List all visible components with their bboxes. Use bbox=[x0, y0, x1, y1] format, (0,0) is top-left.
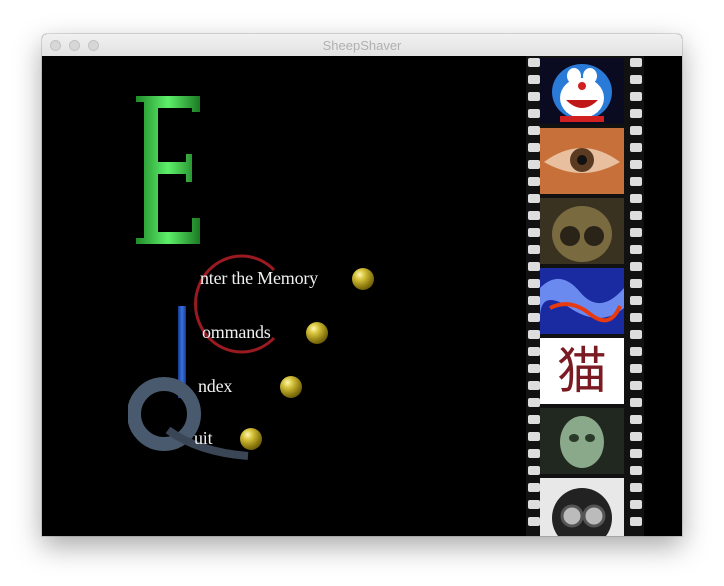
title-bar[interactable]: SheepShaver bbox=[42, 34, 682, 57]
sprocket-hole bbox=[528, 381, 540, 390]
sprocket-hole bbox=[528, 109, 540, 118]
abstract-frame bbox=[540, 268, 624, 334]
sprocket-hole bbox=[630, 143, 642, 152]
sprocket-hole bbox=[630, 75, 642, 84]
sprocket-hole bbox=[630, 160, 642, 169]
sprocket-hole bbox=[630, 58, 642, 67]
sprocket-hole bbox=[630, 415, 642, 424]
sprocket-hole bbox=[528, 92, 540, 101]
sprocket-hole bbox=[528, 228, 540, 237]
sprocket-hole bbox=[630, 466, 642, 475]
menu-item-index[interactable]: ndex bbox=[198, 376, 232, 397]
index-ball-button[interactable] bbox=[280, 376, 302, 398]
enter-memory-ball-button[interactable] bbox=[352, 268, 374, 290]
sprocket-hole bbox=[528, 160, 540, 169]
sprocket-hole bbox=[630, 211, 642, 220]
sprocket-hole bbox=[528, 483, 540, 492]
sprocket-hole bbox=[528, 262, 540, 271]
kanji-frame: 猫 bbox=[540, 338, 624, 404]
menu-item-commands[interactable]: ommands bbox=[202, 322, 271, 343]
sprocket-hole bbox=[630, 449, 642, 458]
sprocket-hole bbox=[630, 194, 642, 203]
sprocket-hole bbox=[630, 126, 642, 135]
sprocket-hole bbox=[630, 262, 642, 271]
emulator-screen: nter the Memory ommands ndex uit 猫 bbox=[42, 56, 682, 536]
ghost-face-frame bbox=[540, 408, 624, 474]
sprocket-hole bbox=[528, 364, 540, 373]
film-strip: 猫 bbox=[526, 56, 644, 536]
sprocket-hole bbox=[630, 347, 642, 356]
commands-ball-button[interactable] bbox=[306, 322, 328, 344]
sprocket-hole bbox=[528, 517, 540, 526]
sprocket-hole bbox=[528, 330, 540, 339]
menu-item-quit[interactable]: uit bbox=[194, 428, 213, 449]
window-title: SheepShaver bbox=[322, 38, 402, 53]
sprocket-hole bbox=[528, 347, 540, 356]
sprocket-hole bbox=[630, 228, 642, 237]
sprocket-hole bbox=[528, 296, 540, 305]
sheepshaver-window: SheepShaver nter the Memory ommands ndex… bbox=[42, 34, 682, 536]
sprocket-hole bbox=[630, 432, 642, 441]
sprocket-hole bbox=[630, 109, 642, 118]
sprocket-hole bbox=[630, 398, 642, 407]
kanji-text: 猫 bbox=[557, 342, 607, 400]
eye-frame bbox=[540, 128, 624, 194]
sprocket-hole bbox=[630, 330, 642, 339]
sprocket-hole bbox=[630, 500, 642, 509]
sprocket-hole bbox=[528, 211, 540, 220]
sprocket-hole bbox=[630, 381, 642, 390]
sprocket-hole bbox=[528, 75, 540, 84]
menu-item-enter-memory[interactable]: nter the Memory bbox=[200, 268, 318, 289]
sprocket-hole bbox=[528, 449, 540, 458]
sprocket-hole bbox=[630, 313, 642, 322]
sprocket-hole bbox=[528, 432, 540, 441]
sprocket-hole bbox=[630, 364, 642, 373]
sprocket-hole bbox=[630, 92, 642, 101]
sprocket-hole bbox=[528, 245, 540, 254]
sprocket-hole bbox=[528, 143, 540, 152]
sprocket-hole bbox=[630, 245, 642, 254]
sprocket-hole bbox=[528, 415, 540, 424]
quit-ball-button[interactable] bbox=[240, 428, 262, 450]
sprocket-hole bbox=[528, 194, 540, 203]
sprocket-hole bbox=[528, 313, 540, 322]
green-e-logo bbox=[136, 96, 200, 244]
sprocket-hole bbox=[630, 177, 642, 186]
doraemon-frame bbox=[540, 58, 624, 124]
sprocket-hole bbox=[528, 398, 540, 407]
sprocket-hole bbox=[528, 500, 540, 509]
sprocket-hole bbox=[528, 58, 540, 67]
sprocket-hole bbox=[630, 483, 642, 492]
sprocket-hole bbox=[528, 279, 540, 288]
sprocket-hole bbox=[630, 279, 642, 288]
sprocket-hole bbox=[528, 466, 540, 475]
aviator-frame bbox=[540, 478, 624, 536]
sprocket-hole bbox=[630, 296, 642, 305]
sprocket-hole bbox=[630, 517, 642, 526]
sprocket-hole bbox=[528, 126, 540, 135]
goggle-face-frame bbox=[540, 198, 624, 264]
sprocket-hole bbox=[528, 177, 540, 186]
